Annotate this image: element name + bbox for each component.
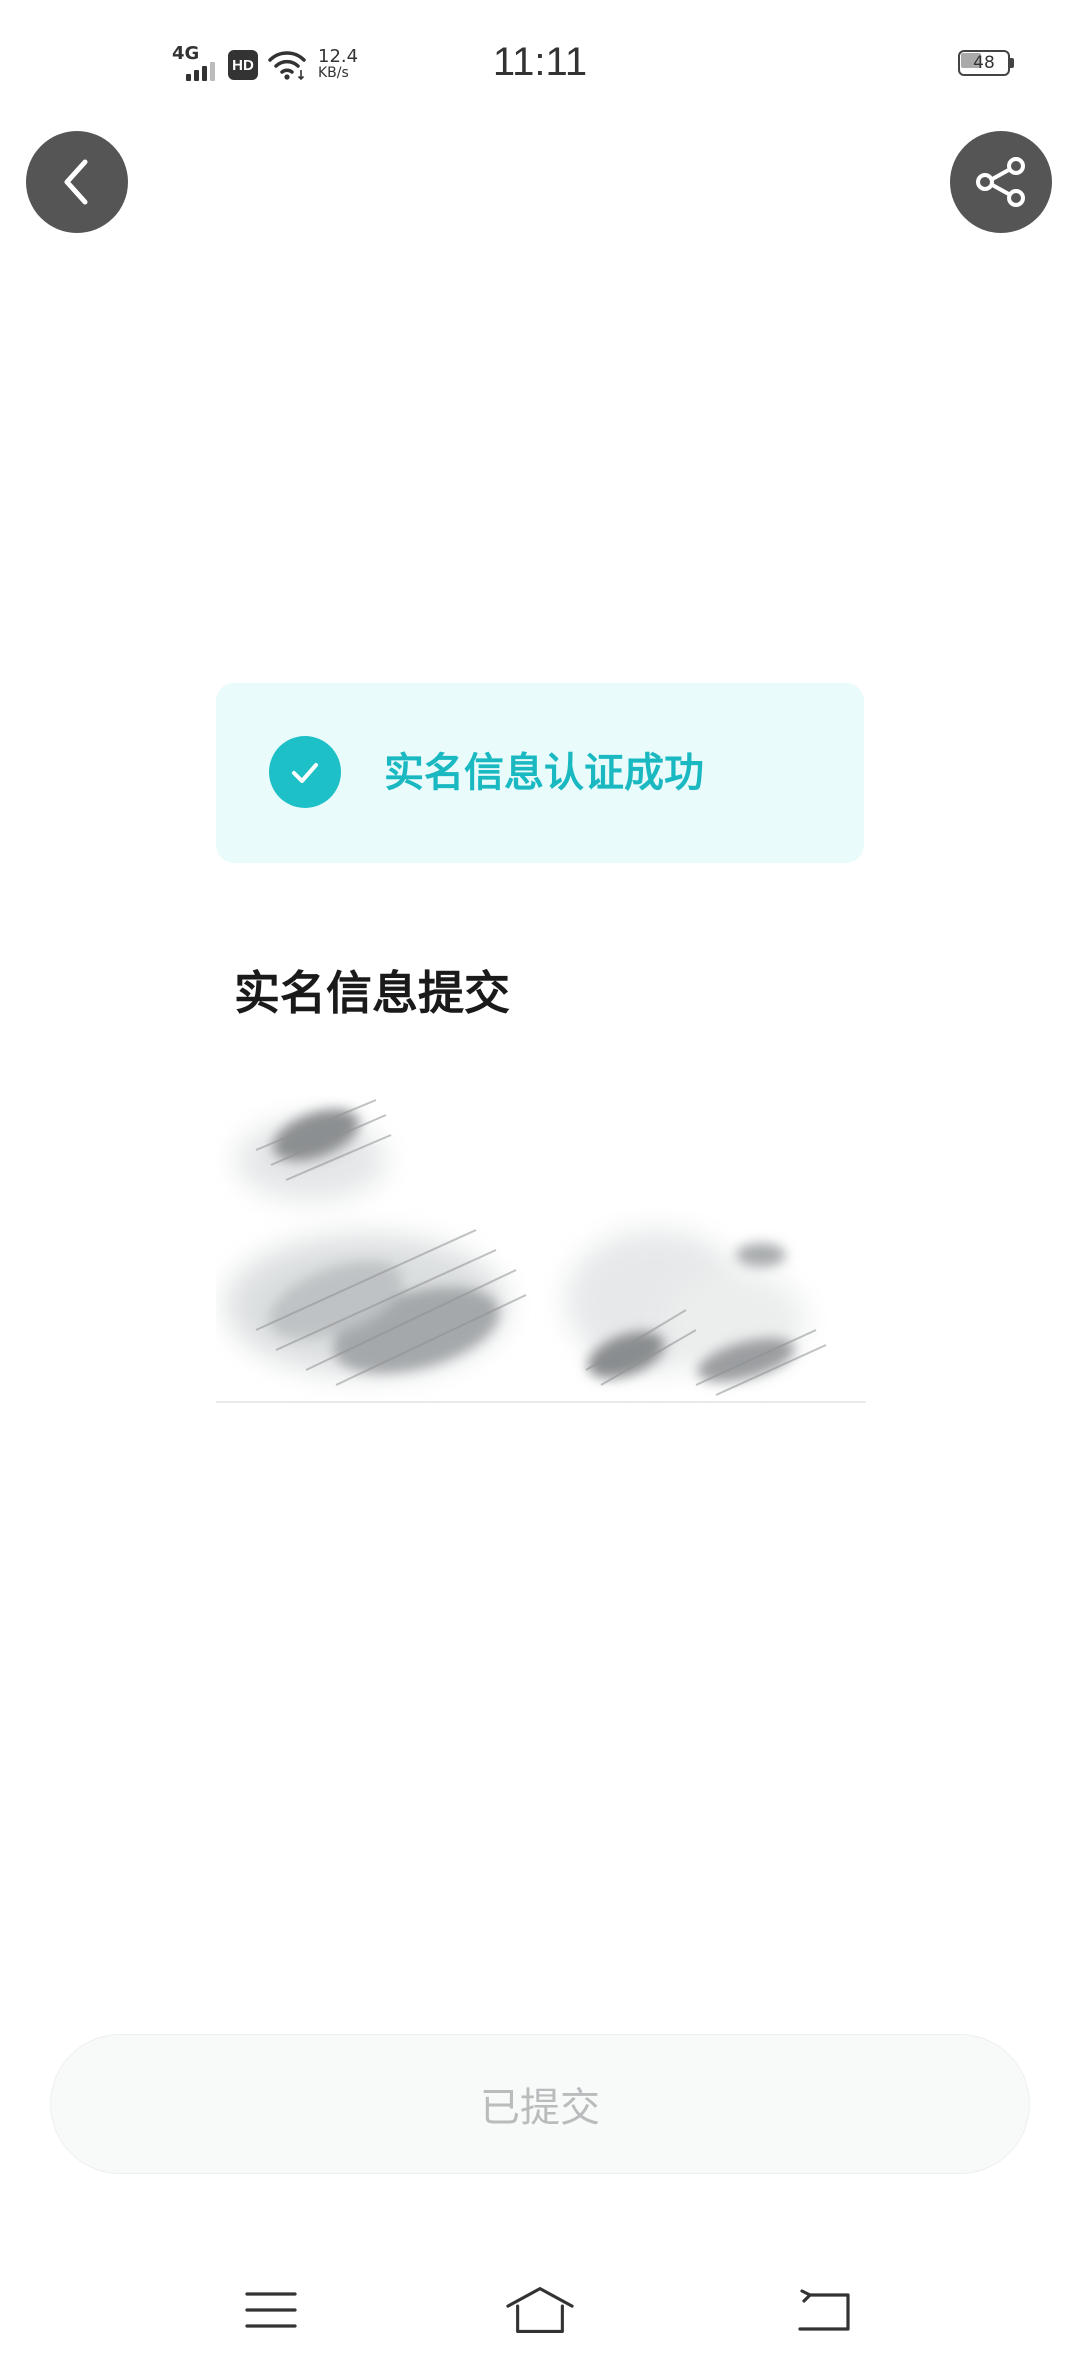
menu-icon	[245, 2292, 297, 2328]
screen: 4G HD 12.4 KB/s 11:11 48 实名信息认证成功 实名信息提交…	[0, 0, 1080, 2376]
check-circle-icon	[269, 736, 341, 808]
chevron-left-icon	[64, 159, 88, 205]
battery-icon: 48	[958, 50, 1014, 78]
home-icon	[506, 2287, 574, 2333]
system-nav-bar	[0, 2250, 1080, 2376]
share-button[interactable]	[950, 131, 1052, 233]
success-banner: 实名信息认证成功	[216, 683, 864, 863]
battery-level: 48	[973, 53, 995, 73]
success-message: 实名信息认证成功	[384, 750, 704, 796]
nav-home-button[interactable]	[505, 2280, 575, 2340]
share-icon	[976, 157, 1025, 207]
submitted-button[interactable]: 已提交	[50, 2034, 1030, 2174]
section-title: 实名信息提交	[234, 966, 510, 1020]
back-icon	[798, 2289, 850, 2331]
redacted-info-image	[216, 1080, 866, 1405]
clock: 11:11	[492, 40, 588, 84]
nav-back-button[interactable]	[789, 2280, 859, 2340]
back-button[interactable]	[26, 131, 128, 233]
nav-menu-button[interactable]	[236, 2280, 306, 2340]
status-bar: 4G HD 12.4 KB/s 11:11 48	[0, 0, 1080, 130]
